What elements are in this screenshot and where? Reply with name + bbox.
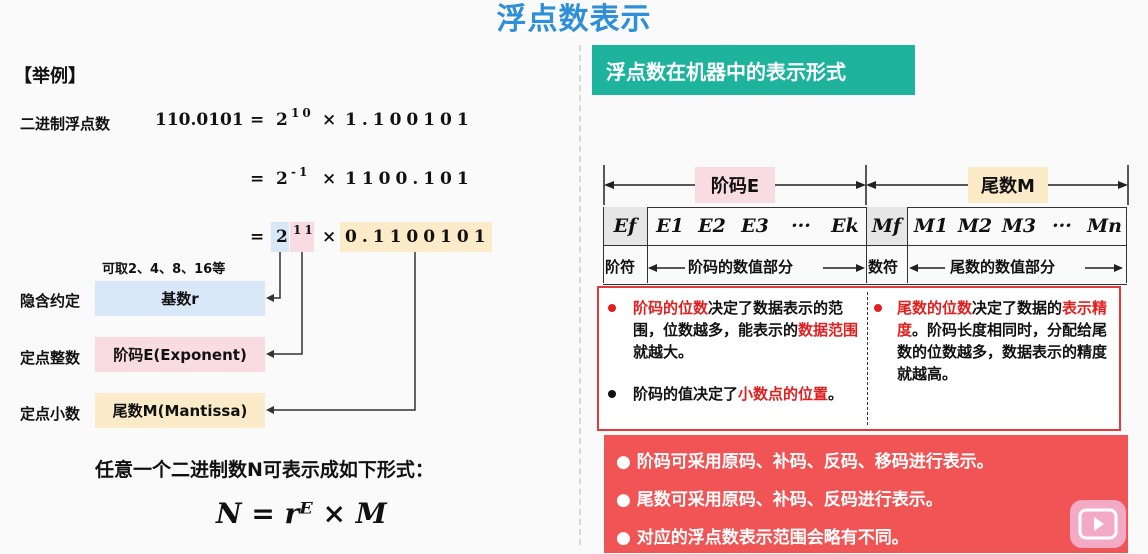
- cell-m2: M2: [957, 215, 993, 237]
- explanation-divider: [867, 292, 868, 425]
- note-3: ● 对应的浮点数表示范围会略有不同。: [616, 528, 909, 548]
- exp-value-label: 阶码的数值部分: [688, 258, 794, 276]
- exp-value-text: 阶码的值决定了小数点的位置。: [633, 385, 844, 403]
- cell-e3: E3: [741, 215, 769, 237]
- video-logo-icon: [1070, 500, 1126, 548]
- explanation-box: 阶码的位数决定了数据表示的范围，位数越多，能表示的数据范围就越大。 阶码的值决定…: [597, 286, 1121, 431]
- cell-e2: E2: [698, 215, 726, 237]
- cell-m-ellipsis: ···: [1052, 215, 1072, 237]
- general-formula: N = rᴱ × M: [216, 497, 387, 530]
- exponent-label: 阶码E: [695, 167, 775, 203]
- cell-e-ellipsis: ···: [791, 215, 811, 237]
- bullet-red-dot-2: [874, 304, 882, 312]
- cell-e1: E1: [656, 215, 684, 237]
- table-right: [1126, 207, 1127, 283]
- notes-panel: ● 阶码可采用原码、补码、反码、移码进行表示。 ● 尾数可采用原码、补码、反码进…: [604, 435, 1128, 553]
- cell-m3: M3: [1001, 215, 1037, 237]
- cell-m1: M1: [913, 215, 949, 237]
- table-midline: [603, 245, 1127, 246]
- cell-mn: Mn: [1087, 215, 1122, 237]
- exp-bits-text: 阶码的位数决定了数据表示的范围，位数越多，能表示的数据范围就越大。: [633, 299, 859, 361]
- man-value-label: 尾数的数值部分: [950, 258, 1056, 276]
- general-statement: 任意一个二进制数N可表示成如下形式：: [95, 459, 434, 481]
- section-divider: [579, 45, 581, 545]
- exp-sign-label: 阶符: [605, 258, 636, 276]
- bullet-red-dot: [608, 304, 616, 312]
- cell-ef: Ef: [613, 215, 637, 237]
- note-1: ● 阶码可采用原码、补码、反码、移码进行表示。: [616, 452, 994, 472]
- bullet-black-dot: [608, 390, 616, 398]
- cell-ek: Ek: [831, 215, 859, 237]
- representation-header: 浮点数在机器中的表示形式: [592, 45, 915, 95]
- mantissa-label: 尾数M: [968, 167, 1048, 203]
- cell-mf: Mf: [871, 215, 902, 237]
- man-bits-text: 尾数的位数决定了数据的表示精度。阶码长度相同时，分配给尾数的位数越多，数据表示的…: [897, 299, 1108, 383]
- note-2: ● 尾数可采用原码、补码、反码进行表示。: [616, 490, 943, 510]
